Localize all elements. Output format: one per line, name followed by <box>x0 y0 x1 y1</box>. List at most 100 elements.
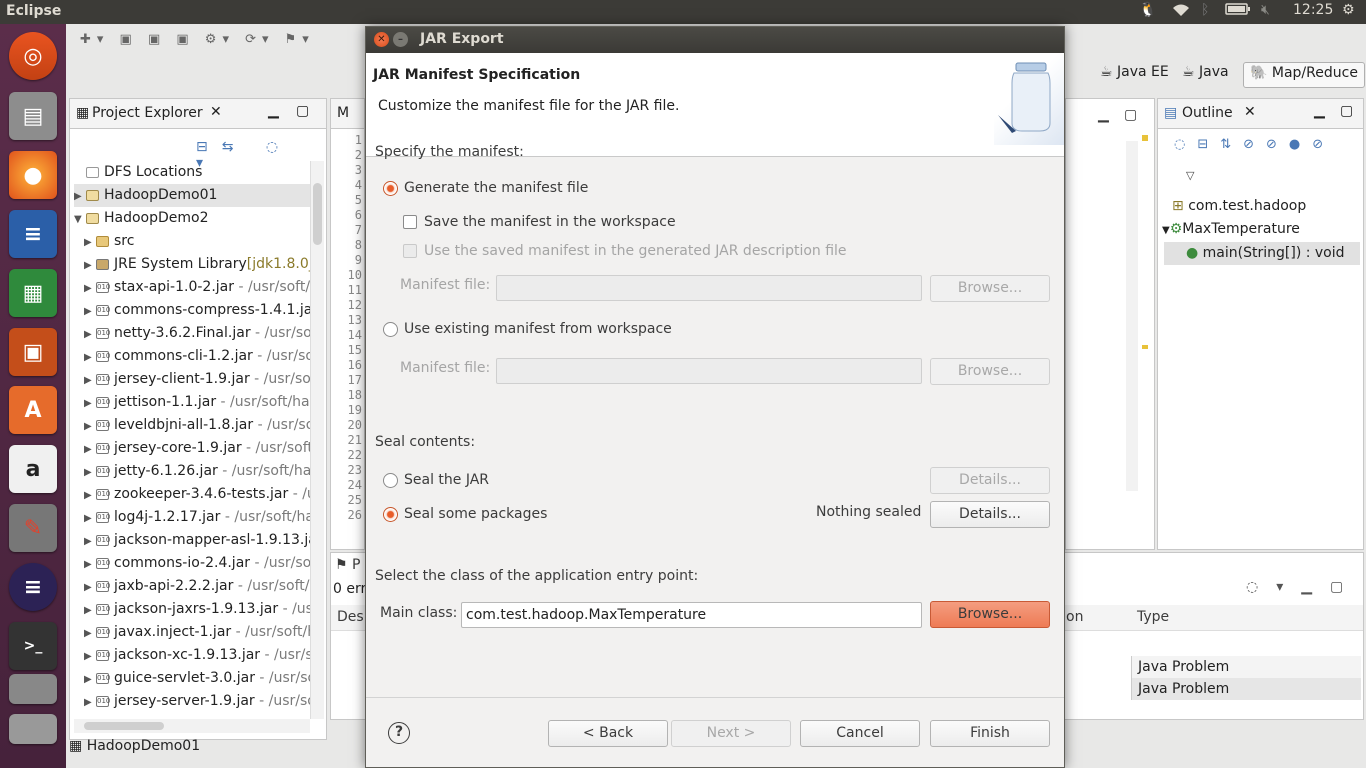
expand-icon[interactable]: ▼ <box>74 208 86 231</box>
expand-icon[interactable]: ▶ <box>84 300 96 323</box>
tree-item[interactable]: ▶ 010 jetty-6.1.26.jar - /usr/soft/ha <box>74 460 312 483</box>
col-description[interactable]: Des <box>337 609 364 625</box>
maximize-icon[interactable]: ▢ <box>1124 107 1137 123</box>
tree-item[interactable]: ▶ 010 guice-servlet-3.0.jar - /usr/so <box>74 667 312 690</box>
tree-item[interactable]: ▶ 010 jersey-core-1.9.jar - /usr/soft <box>74 437 312 460</box>
save-manifest-label[interactable]: Save the manifest in the workspace <box>424 214 676 230</box>
workspace-switcher-icon[interactable] <box>9 674 57 704</box>
clock[interactable]: 12:25 <box>1293 2 1333 18</box>
expand-icon[interactable]: ▶ <box>84 691 96 714</box>
col-type[interactable]: Type <box>1137 609 1169 625</box>
tux-icon[interactable]: 🐧 <box>1139 2 1156 18</box>
minimize-icon[interactable]: ▁ <box>1314 103 1325 119</box>
problem-row[interactable]: Java Problem <box>1131 656 1361 678</box>
problem-row[interactable]: Java Problem <box>1131 678 1361 700</box>
outline-menu-icon[interactable]: ▽ <box>1186 169 1194 182</box>
tree-item[interactable]: ▶010jackson-jaxrs-1.9.13.jar - /usr <box>74 598 312 621</box>
system-settings-icon[interactable]: ✎ <box>9 504 57 552</box>
seal-some-packages-label[interactable]: Seal some packages <box>404 506 547 522</box>
hscroll-thumb[interactable] <box>84 722 164 730</box>
expand-icon[interactable]: ▶ <box>84 530 96 553</box>
existing-manifest-file-field[interactable] <box>496 358 922 384</box>
scrollbar-thumb[interactable] <box>313 183 322 245</box>
vertical-scrollbar[interactable] <box>310 161 324 719</box>
battery-icon[interactable] <box>1225 2 1251 20</box>
seal-packages-details-button[interactable]: Details... <box>930 501 1050 528</box>
use-existing-manifest-radio[interactable] <box>383 322 398 337</box>
tree-item[interactable]: ▶ 010 netty-3.6.2.Final.jar - /usr/so <box>74 322 312 345</box>
expand-icon[interactable]: ▶ <box>84 323 96 346</box>
tree-item[interactable]: ▶ HadoopDemo01 <box>74 184 312 207</box>
terminal-icon[interactable]: >_ <box>9 622 57 670</box>
editor-scrollbar[interactable] <box>1126 141 1138 491</box>
expand-icon[interactable]: ▶ <box>84 415 96 438</box>
cancel-button[interactable]: Cancel <box>800 720 920 747</box>
minimize-window-icon[interactable]: – <box>393 32 408 47</box>
volume-muted-icon[interactable]: 🔇︎ <box>1261 2 1270 18</box>
tree-item[interactable]: ▶ 010 log4j-1.2.17.jar - /usr/soft/ha <box>74 506 312 529</box>
tree-item[interactable]: DFS Locations <box>74 161 312 184</box>
expand-icon[interactable]: ▶ <box>84 392 96 415</box>
project-explorer-tab[interactable]: ▦ Project Explorer ✕ ▁ ▢ <box>70 99 326 129</box>
expand-icon[interactable]: ▶ <box>84 645 96 668</box>
main-class-field[interactable]: com.test.hadoop.MaxTemperature <box>461 602 922 628</box>
tree-item[interactable]: ▶010jackson-xc-1.9.13.jar - /usr/sc <box>74 644 312 667</box>
next-button[interactable]: Next > <box>671 720 791 747</box>
expand-icon[interactable]: ▶ <box>74 185 86 208</box>
toolbar-icons[interactable]: ✚▾ ▣ ▣ ▣ ⚙▾ ⟳▾ ⚑▾ <box>80 32 315 47</box>
firefox-icon[interactable]: ● <box>9 151 57 199</box>
wifi-icon[interactable] <box>1171 2 1191 22</box>
tree-item[interactable]: ▶ 010 jettison-1.1.jar - /usr/soft/ha <box>74 391 312 414</box>
outline-item-class[interactable]: ▼⚙MaxTemperature <box>1162 218 1360 242</box>
manifest-file-field[interactable] <box>496 275 922 301</box>
expand-icon[interactable]: ▶ <box>84 438 96 461</box>
browse-manifest-button[interactable]: Browse... <box>930 275 1050 302</box>
expand-icon[interactable]: ▶ <box>84 622 96 645</box>
perspective-javaee[interactable]: ☕ Java EE <box>1100 64 1169 80</box>
tree-item[interactable]: ▶ src <box>74 230 312 253</box>
expand-icon[interactable]: ▶ <box>84 346 96 369</box>
calc-icon[interactable]: ▦ <box>9 269 57 317</box>
maximize-icon[interactable]: ▢ <box>1340 103 1353 119</box>
expand-icon[interactable]: ▶ <box>84 484 96 507</box>
seal-jar-radio[interactable] <box>383 473 398 488</box>
horizontal-scrollbar[interactable] <box>74 719 310 733</box>
browse-existing-manifest-button[interactable]: Browse... <box>930 358 1050 385</box>
bluetooth-icon[interactable]: ᛒ <box>1201 2 1209 18</box>
expand-icon[interactable]: ▶ <box>84 553 96 576</box>
use-existing-manifest-label[interactable]: Use existing manifest from workspace <box>404 321 672 337</box>
tree-item[interactable]: ▶ 010 javax.inject-1.jar - /usr/soft/h <box>74 621 312 644</box>
outline-item-method[interactable]: ● main(String[]) : void <box>1164 242 1360 265</box>
col-location[interactable]: on <box>1066 609 1083 625</box>
close-window-icon[interactable]: ✕ <box>374 32 389 47</box>
eclipse-icon[interactable]: ≡ <box>9 563 57 611</box>
outline-toolbar[interactable]: ◌⊟⇅⊘⊘●⊘ <box>1174 137 1335 152</box>
generate-manifest-radio[interactable] <box>383 181 398 196</box>
perspective-mapreduce[interactable]: 🐘 Map/Reduce <box>1243 62 1365 88</box>
outline-item-package[interactable]: ⊞ com.test.hadoop <box>1172 195 1360 218</box>
browse-main-class-button[interactable]: Browse... <box>930 601 1050 628</box>
expand-icon[interactable]: ▶ <box>84 461 96 484</box>
tree-item[interactable]: ▶ 010 commons-cli-1.2.jar - /usr/so <box>74 345 312 368</box>
files-icon[interactable]: ▤ <box>9 92 57 140</box>
trash-icon[interactable] <box>9 714 57 744</box>
tree-item[interactable]: ▶ 010 leveldbjni-all-1.8.jar - /usr/so <box>74 414 312 437</box>
tree-item[interactable]: ▶010zookeeper-3.4.6-tests.jar - /u <box>74 483 312 506</box>
expand-icon[interactable]: ▶ <box>84 277 96 300</box>
impress-icon[interactable]: ▣ <box>9 328 57 376</box>
generate-manifest-label[interactable]: Generate the manifest file <box>404 180 588 196</box>
minimize-icon[interactable]: ▁ <box>268 103 279 119</box>
use-saved-manifest-checkbox[interactable] <box>403 244 417 258</box>
ubuntu-dash-icon[interactable]: ◎ <box>9 32 57 80</box>
seal-some-packages-radio[interactable] <box>383 507 398 522</box>
expand-icon[interactable]: ▶ <box>84 576 96 599</box>
minimize-icon[interactable]: ▁ <box>1098 107 1109 123</box>
tree-item[interactable]: ▶ 010 commons-io-2.4.jar - /usr/sof <box>74 552 312 575</box>
close-icon[interactable]: ✕ <box>210 104 222 120</box>
dialog-titlebar[interactable]: ✕ – JAR Export <box>366 27 1064 53</box>
expand-icon[interactable]: ▶ <box>84 254 96 277</box>
finish-button[interactable]: Finish <box>930 720 1050 747</box>
expand-icon[interactable]: ▶ <box>84 599 96 622</box>
perspective-java[interactable]: ☕ Java <box>1182 64 1229 80</box>
tree-item[interactable]: ▶ JRE System Library[jdk1.8.0_ <box>74 253 312 276</box>
